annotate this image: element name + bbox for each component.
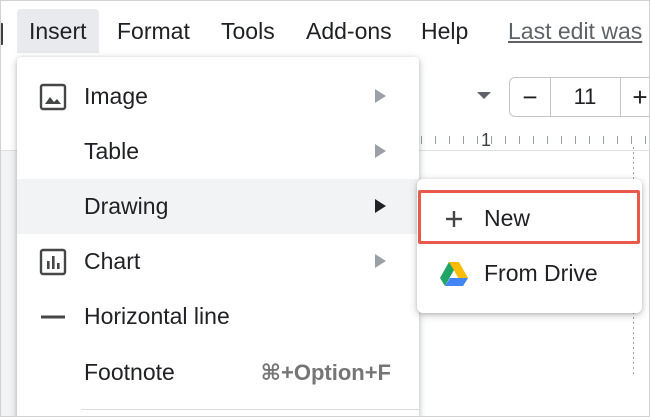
menu-item-table[interactable]: Table: [17, 124, 419, 179]
menu-item-horizontal-line[interactable]: Horizontal line: [17, 289, 419, 344]
google-drive-icon: [439, 259, 469, 289]
menu-item-label: Horizontal line: [84, 303, 230, 329]
menu-bar: Insert Format Tools Add-ons Help Last ed…: [1, 1, 649, 61]
menu-item-label: Footnote: [84, 359, 175, 385]
menu-item-image[interactable]: Image: [17, 69, 419, 124]
menu-item-label: Table: [84, 138, 139, 164]
submenu-item-label: New: [484, 205, 531, 231]
menu-insert[interactable]: Insert: [17, 9, 99, 53]
plus-icon: [439, 204, 469, 234]
horizontal-line-icon: [39, 303, 67, 331]
menu-item-drawing[interactable]: Drawing: [17, 179, 419, 234]
menu-item-label: Drawing: [84, 193, 169, 219]
menu-divider: [81, 409, 419, 410]
chart-icon: [39, 248, 67, 276]
menu-item-label: Image: [84, 83, 148, 109]
decrease-font-size-button[interactable]: −: [509, 77, 551, 117]
menu-tools[interactable]: Tools: [221, 9, 275, 53]
font-dropdown-caret-icon[interactable]: [477, 92, 491, 99]
submenu-item-label: From Drive: [484, 260, 598, 286]
document-gutter: [1, 151, 17, 416]
drawing-submenu: New From Drive: [417, 179, 642, 313]
image-icon: [39, 83, 67, 111]
submenu-item-from-drive[interactable]: From Drive: [417, 246, 642, 301]
submenu-arrow-icon: [375, 199, 386, 213]
ruler-number: 1: [481, 130, 492, 150]
ruler-ticks: [421, 136, 649, 144]
font-size-field[interactable]: 11: [550, 77, 620, 117]
partial-menu-edge: [1, 23, 3, 45]
menu-item-footnote[interactable]: Footnote ⌘+Option+F: [17, 345, 419, 400]
last-edit-link[interactable]: Last edit was: [508, 9, 642, 53]
menu-help[interactable]: Help: [421, 9, 468, 53]
keyboard-shortcut: ⌘+Option+F: [260, 360, 391, 385]
menu-item-label: Chart: [84, 248, 141, 274]
submenu-arrow-icon: [375, 254, 386, 268]
increase-font-size-button[interactable]: +: [620, 77, 649, 117]
submenu-arrow-icon: [375, 144, 386, 158]
submenu-item-new[interactable]: New: [417, 191, 642, 246]
insert-dropdown-menu: Image Table Drawing Chart Horizontal lin…: [17, 57, 419, 416]
submenu-arrow-icon: [375, 89, 386, 103]
menu-format[interactable]: Format: [117, 9, 190, 53]
app-window: Insert Format Tools Add-ons Help Last ed…: [0, 0, 650, 417]
menu-add-ons[interactable]: Add-ons: [306, 9, 392, 53]
menu-item-chart[interactable]: Chart: [17, 234, 419, 289]
